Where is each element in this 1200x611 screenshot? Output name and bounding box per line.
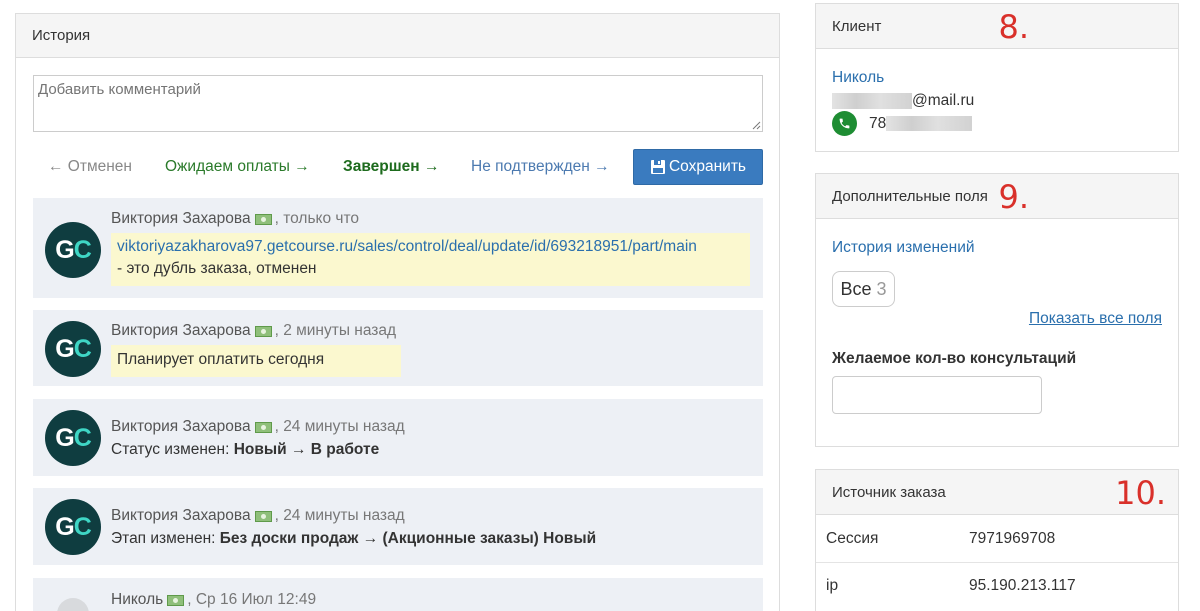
entry-meta: Виктория Захарова , 24 минуты назад [111, 507, 405, 525]
client-header: Клиент 8. [816, 4, 1178, 49]
save-button-label: Сохранить [668, 158, 747, 175]
avatar: GC [45, 499, 101, 555]
order-source-panel: Источник заказа 10. Сессия 7971969708 ip… [815, 469, 1179, 611]
entry-meta: Николь , Ср 16 Июл 12:49 [111, 591, 316, 609]
entry-time: , Ср 16 Июл 12:49 [187, 591, 317, 608]
status-change-value: Новый → В работе [233, 441, 380, 458]
author-name[interactable]: Николь [111, 591, 163, 609]
annotation-marker: 9. [998, 178, 1029, 216]
author-name[interactable]: Виктория Захарова [111, 210, 251, 228]
comment-text: Планирует оплатить сегодня [117, 351, 325, 368]
stage-change-value: Без доски продаж → (Акционные заказы) Но… [219, 530, 597, 547]
author-name[interactable]: Виктория Захарова [111, 322, 251, 340]
phone-redacted [886, 116, 973, 131]
order-source-title: Источник заказа [832, 483, 946, 501]
entry-time: , только что [274, 210, 360, 227]
avatar: GC [45, 222, 101, 278]
client-name-link[interactable]: Николь [832, 69, 884, 86]
session-link[interactable]: 7971969708 [969, 530, 1055, 548]
deal-link[interactable]: viktoriyazakharova97.getcourse.ru/sales/… [117, 238, 697, 255]
extra-fields-title: Дополнительные поля [832, 187, 988, 205]
status-actions: ← Отменен Ожидаем оплаты → Завершен → Не… [33, 149, 763, 185]
source-key: ip [826, 577, 839, 594]
extra-fields-panel: Дополнительные поля 9. История изменений… [815, 173, 1179, 447]
order-source-header: Источник заказа 10. [816, 470, 1178, 515]
money-icon [254, 421, 272, 433]
email-redacted [832, 92, 912, 109]
history-entry: GC Виктория Захарова , только что viktor… [33, 198, 763, 298]
comment-note: viktoriyazakharova97.getcourse.ru/sales/… [111, 233, 750, 286]
history-entry: GC Виктория Захарова , 2 минуты назад Пл… [33, 310, 763, 386]
history-title: История [32, 27, 91, 44]
money-icon [167, 594, 185, 606]
resize-grip-icon[interactable] [752, 121, 761, 130]
show-all-fields-link[interactable]: Показать все поля [1029, 310, 1162, 328]
history-entry: GC Виктория Захарова , 24 минуты назад Э… [33, 488, 763, 565]
client-title: Клиент [832, 17, 882, 35]
source-row-ip: ip 95.190.213.117 [816, 562, 1178, 608]
history-panel: История ← Отменен Ожидаем оплаты → Завер… [15, 13, 780, 611]
floppy-disk-icon [650, 160, 665, 174]
source-row-session: Сессия 7971969708 [816, 516, 1178, 562]
entry-time: , 24 минуты назад [274, 418, 405, 435]
extra-fields-header: Дополнительные поля 9. [816, 174, 1178, 219]
change-history-link[interactable]: История изменений [832, 239, 975, 257]
history-entry: Николь , Ср 16 Июл 12:49 [33, 578, 763, 611]
stage-change-line: Этап изменен: Без доски продаж → (Акцион… [111, 530, 597, 547]
client-panel: Клиент 8. Николь @mail.ru 78 [815, 3, 1179, 152]
client-name-row: Николь [832, 69, 884, 87]
comment-input[interactable] [33, 75, 763, 132]
ip-value: 95.190.213.117 [969, 577, 1076, 594]
avatar [57, 598, 89, 611]
all-fields-label: Все [840, 278, 872, 299]
comment-text: - это дубль заказа, отменен [117, 260, 317, 277]
phone-prefix: 78 [869, 114, 887, 132]
avatar: GC [45, 321, 101, 377]
email-domain: @mail.ru [912, 92, 975, 109]
avatar: GC [45, 410, 101, 466]
author-name[interactable]: Виктория Захарова [111, 418, 251, 436]
client-phone: 78 [832, 111, 973, 136]
status-cancel-link[interactable]: ← Отменен [48, 158, 132, 176]
client-email: @mail.ru [832, 92, 974, 110]
money-icon [254, 325, 272, 337]
history-header: История [16, 14, 779, 58]
status-change-line: Статус изменен: Новый → В работе [111, 441, 380, 458]
history-entry: GC Виктория Захарова , 24 минуты назад С… [33, 399, 763, 476]
money-icon [254, 213, 272, 225]
all-fields-filter-button[interactable]: Все 3 [832, 271, 895, 307]
field-label: Желаемое кол-во консультаций [832, 350, 1077, 367]
annotation-marker: 10. [1115, 474, 1166, 512]
comment-note: Планирует оплатить сегодня [111, 345, 401, 377]
status-unconfirmed-link[interactable]: Не подтвержден → [471, 158, 610, 176]
money-icon [254, 510, 272, 522]
status-wait-payment-link[interactable]: Ожидаем оплаты → [165, 158, 310, 176]
all-fields-count: 3 [876, 278, 887, 299]
status-done-link[interactable]: Завершен → [343, 158, 439, 176]
source-key: Сессия [826, 530, 879, 547]
entry-meta: Виктория Захарова , только что [111, 210, 359, 228]
save-button[interactable]: Сохранить [633, 149, 763, 185]
entry-meta: Виктория Захарова , 24 минуты назад [111, 418, 405, 436]
annotation-marker: 8. [998, 8, 1029, 46]
phone-icon[interactable] [832, 111, 857, 136]
entry-time: , 24 минуты назад [274, 507, 405, 524]
entry-meta: Виктория Захарова , 2 минуты назад [111, 322, 396, 340]
consultations-count-input[interactable] [832, 376, 1042, 414]
author-name[interactable]: Виктория Захарова [111, 507, 251, 525]
entry-time: , 2 минуты назад [274, 322, 397, 339]
